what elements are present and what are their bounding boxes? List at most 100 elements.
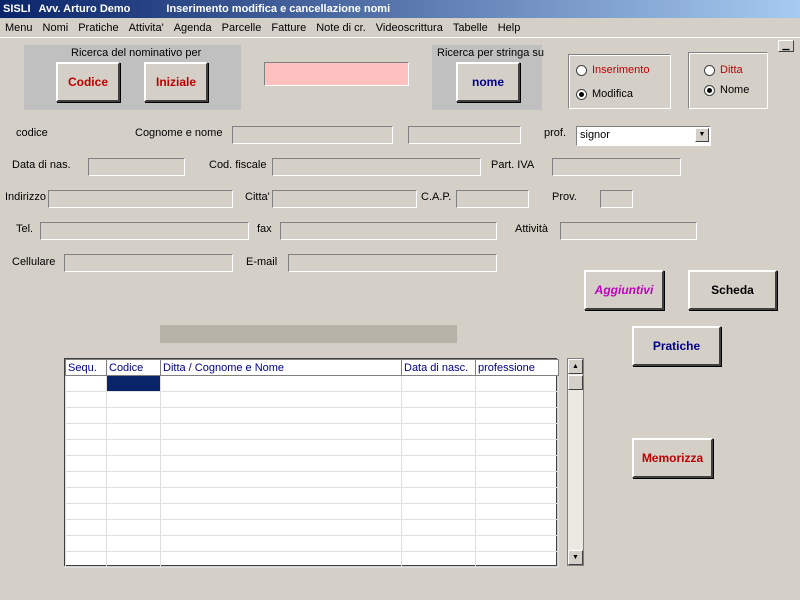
- minimize-button[interactable]: ▁: [778, 40, 794, 52]
- table-cell[interactable]: [65, 503, 107, 520]
- table-cell[interactable]: [160, 391, 402, 408]
- table-cell[interactable]: [475, 407, 559, 424]
- table-row[interactable]: [65, 503, 559, 520]
- table-row[interactable]: [65, 391, 559, 408]
- menu-help[interactable]: Help: [493, 22, 526, 34]
- table-cell[interactable]: [65, 439, 107, 456]
- table-cell[interactable]: [106, 439, 161, 456]
- table-cell[interactable]: [65, 375, 107, 392]
- table-cell[interactable]: [106, 551, 161, 568]
- cellulare-field[interactable]: [64, 254, 233, 272]
- table-cell[interactable]: [160, 423, 402, 440]
- cap-field[interactable]: [456, 190, 529, 208]
- table-cell[interactable]: [106, 487, 161, 504]
- data-nascita-field[interactable]: [88, 158, 185, 176]
- table-row[interactable]: [65, 423, 559, 440]
- nome-field[interactable]: [408, 126, 521, 144]
- prof-select[interactable]: signor ▼: [576, 126, 711, 146]
- table-cell[interactable]: [160, 535, 402, 552]
- scroll-down-icon[interactable]: ▼: [568, 550, 583, 565]
- table-row[interactable]: [65, 535, 559, 552]
- table-cell[interactable]: [65, 535, 107, 552]
- column-header-professione[interactable]: professione: [475, 359, 559, 376]
- indirizzo-field[interactable]: [48, 190, 233, 208]
- email-field[interactable]: [288, 254, 497, 272]
- table-cell[interactable]: [475, 535, 559, 552]
- codice-button[interactable]: Codice: [56, 62, 120, 102]
- table-cell[interactable]: [160, 503, 402, 520]
- column-header-nome[interactable]: Ditta / Cognome e Nome: [160, 359, 402, 376]
- table-cell[interactable]: [475, 503, 559, 520]
- tel-field[interactable]: [40, 222, 249, 240]
- table-cell[interactable]: [475, 487, 559, 504]
- column-header-data-nasc[interactable]: Data di nasc.: [401, 359, 476, 376]
- table-cell[interactable]: [106, 455, 161, 472]
- table-cell[interactable]: [401, 535, 476, 552]
- menu-pratiche[interactable]: Pratiche: [73, 22, 123, 34]
- table-cell[interactable]: [106, 391, 161, 408]
- table-cell[interactable]: [401, 551, 476, 568]
- table-cell[interactable]: [401, 487, 476, 504]
- menu-menu[interactable]: Menu: [0, 22, 38, 34]
- table-row[interactable]: [65, 519, 559, 536]
- table-cell[interactable]: [401, 375, 476, 392]
- iniziale-button[interactable]: Iniziale: [144, 62, 208, 102]
- table-cell[interactable]: [106, 535, 161, 552]
- table-cell[interactable]: [160, 487, 402, 504]
- table-cell[interactable]: [160, 375, 402, 392]
- table-cell[interactable]: [65, 471, 107, 488]
- scroll-up-icon[interactable]: ▲: [568, 359, 583, 374]
- menu-tabelle[interactable]: Tabelle: [448, 22, 493, 34]
- table-row[interactable]: [65, 455, 559, 472]
- menu-fatture[interactable]: Fatture: [266, 22, 311, 34]
- column-header-sequ[interactable]: Sequ.: [65, 359, 107, 376]
- table-row[interactable]: [65, 487, 559, 504]
- cognome-field[interactable]: [232, 126, 393, 144]
- table-cell[interactable]: [65, 423, 107, 440]
- table-cell[interactable]: [65, 391, 107, 408]
- menu-videoscrittura[interactable]: Videoscrittura: [371, 22, 448, 34]
- menu-parcelle[interactable]: Parcelle: [217, 22, 267, 34]
- table-cell[interactable]: [106, 375, 161, 392]
- menu-agenda[interactable]: Agenda: [169, 22, 217, 34]
- table-cell[interactable]: [160, 455, 402, 472]
- table-row[interactable]: [65, 407, 559, 424]
- table-cell[interactable]: [475, 471, 559, 488]
- ditta-radio[interactable]: Ditta: [704, 64, 743, 76]
- menu-attivita[interactable]: Attivita': [124, 22, 169, 34]
- table-cell[interactable]: [401, 519, 476, 536]
- prov-field[interactable]: [600, 190, 633, 208]
- table-cell[interactable]: [401, 391, 476, 408]
- inserimento-radio[interactable]: Inserimento: [576, 64, 649, 76]
- table-row[interactable]: [65, 551, 559, 568]
- table-cell[interactable]: [475, 439, 559, 456]
- aggiuntivi-button[interactable]: Aggiuntivi: [584, 270, 664, 310]
- menu-note-di-credito[interactable]: Note di cr.: [311, 22, 371, 34]
- column-header-codice[interactable]: Codice: [106, 359, 161, 376]
- table-cell[interactable]: [160, 471, 402, 488]
- table-cell[interactable]: [106, 471, 161, 488]
- table-cell[interactable]: [160, 519, 402, 536]
- pratiche-button[interactable]: Pratiche: [632, 326, 721, 366]
- table-cell[interactable]: [65, 551, 107, 568]
- fax-field[interactable]: [280, 222, 497, 240]
- names-grid[interactable]: Sequ. Codice Ditta / Cognome e Nome Data…: [64, 358, 559, 568]
- table-cell[interactable]: [106, 519, 161, 536]
- menu-nomi[interactable]: Nomi: [38, 22, 74, 34]
- table-cell[interactable]: [475, 551, 559, 568]
- table-cell[interactable]: [106, 503, 161, 520]
- table-cell[interactable]: [475, 375, 559, 392]
- table-cell[interactable]: [401, 455, 476, 472]
- table-cell[interactable]: [475, 423, 559, 440]
- table-cell[interactable]: [160, 407, 402, 424]
- table-row[interactable]: [65, 471, 559, 488]
- attivita-field[interactable]: [560, 222, 697, 240]
- table-cell[interactable]: [401, 407, 476, 424]
- table-cell[interactable]: [65, 519, 107, 536]
- memorizza-button[interactable]: Memorizza: [632, 438, 713, 478]
- table-cell[interactable]: [65, 455, 107, 472]
- chevron-down-icon[interactable]: ▼: [695, 128, 709, 142]
- table-cell[interactable]: [401, 439, 476, 456]
- cod-fiscale-field[interactable]: [272, 158, 481, 176]
- table-cell[interactable]: [401, 471, 476, 488]
